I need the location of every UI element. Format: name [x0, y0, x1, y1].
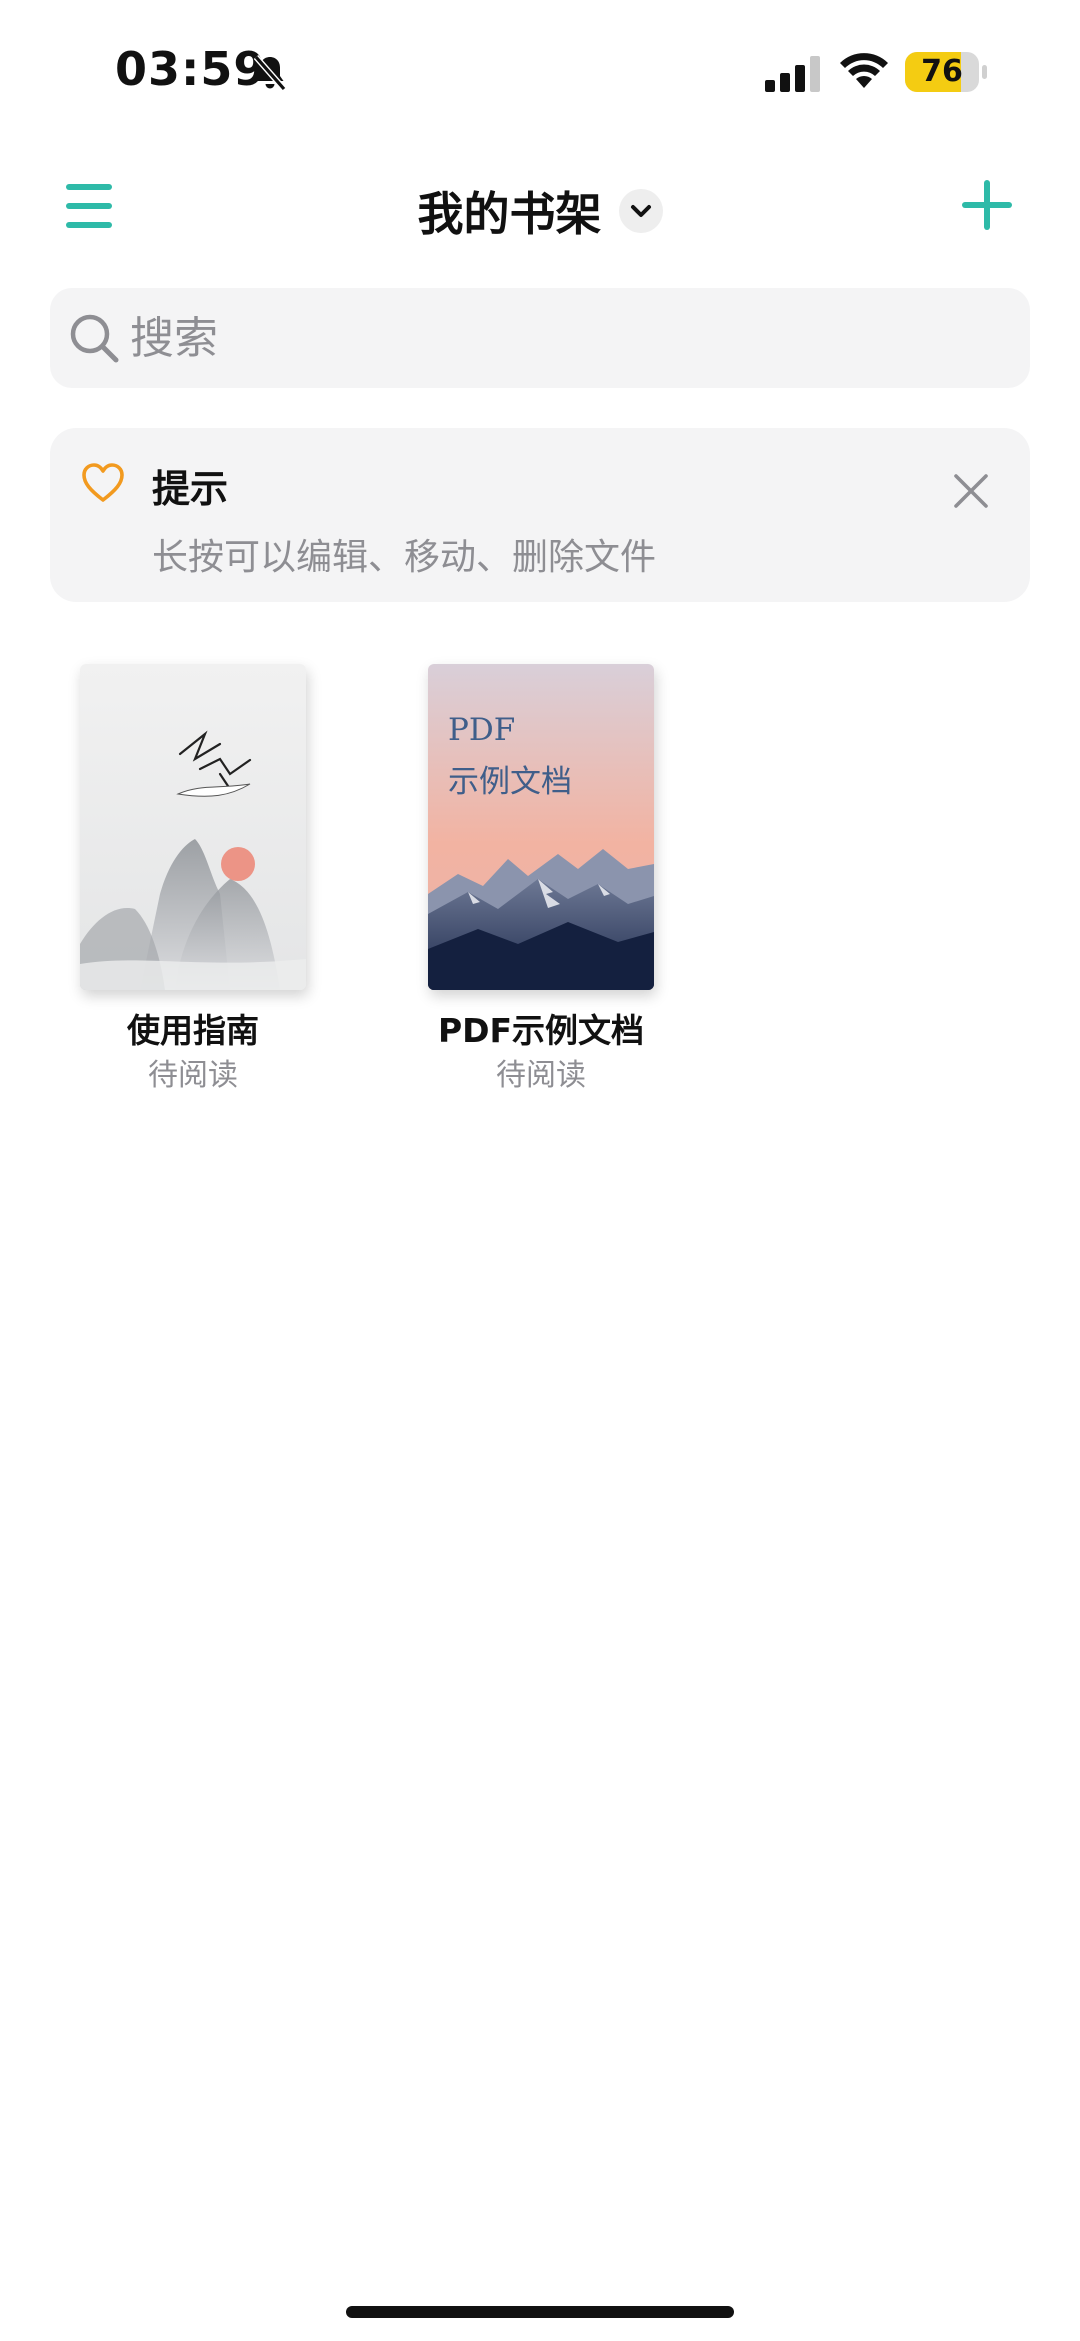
- cover-title-line: PDF: [448, 712, 516, 748]
- status-time: 03:59: [115, 42, 267, 96]
- close-icon[interactable]: [948, 468, 994, 514]
- search-bar[interactable]: [50, 288, 1030, 388]
- tip-banner: 提示 长按可以编辑、移动、删除文件: [50, 428, 1030, 602]
- plus-icon[interactable]: [962, 180, 1012, 230]
- tip-message: 长按可以编辑、移动、删除文件: [152, 537, 657, 578]
- heart-icon: [82, 463, 124, 502]
- bell-off-icon: [253, 55, 287, 91]
- home-indicator[interactable]: [346, 2306, 734, 2318]
- book-title: 使用指南: [127, 1011, 259, 1050]
- page-title: 我的书架: [417, 187, 602, 241]
- tip-title: 提示: [152, 467, 229, 511]
- chevron-down-icon: [618, 189, 663, 233]
- book-cover-image[interactable]: [80, 664, 306, 990]
- status-bar: 03:59 76: [0, 0, 1080, 140]
- cover-title-line: 示例文档: [448, 764, 572, 800]
- book-status: 待阅读: [148, 1058, 238, 1093]
- bookshelf-title-dropdown[interactable]: 我的书架: [0, 178, 1080, 244]
- battery-percentage: 76: [921, 54, 963, 89]
- search-icon: [70, 314, 119, 363]
- top-nav-bar: 我的书架: [0, 160, 1080, 250]
- wifi-icon: [840, 53, 888, 88]
- book-status: 待阅读: [496, 1058, 586, 1093]
- book-title: PDF示例文档: [437, 1011, 645, 1050]
- battery-icon: 76: [905, 52, 987, 92]
- search-input[interactable]: [130, 288, 1010, 388]
- book-cover-image[interactable]: PDF 示例文档: [428, 664, 654, 990]
- signal-icon: [765, 56, 820, 92]
